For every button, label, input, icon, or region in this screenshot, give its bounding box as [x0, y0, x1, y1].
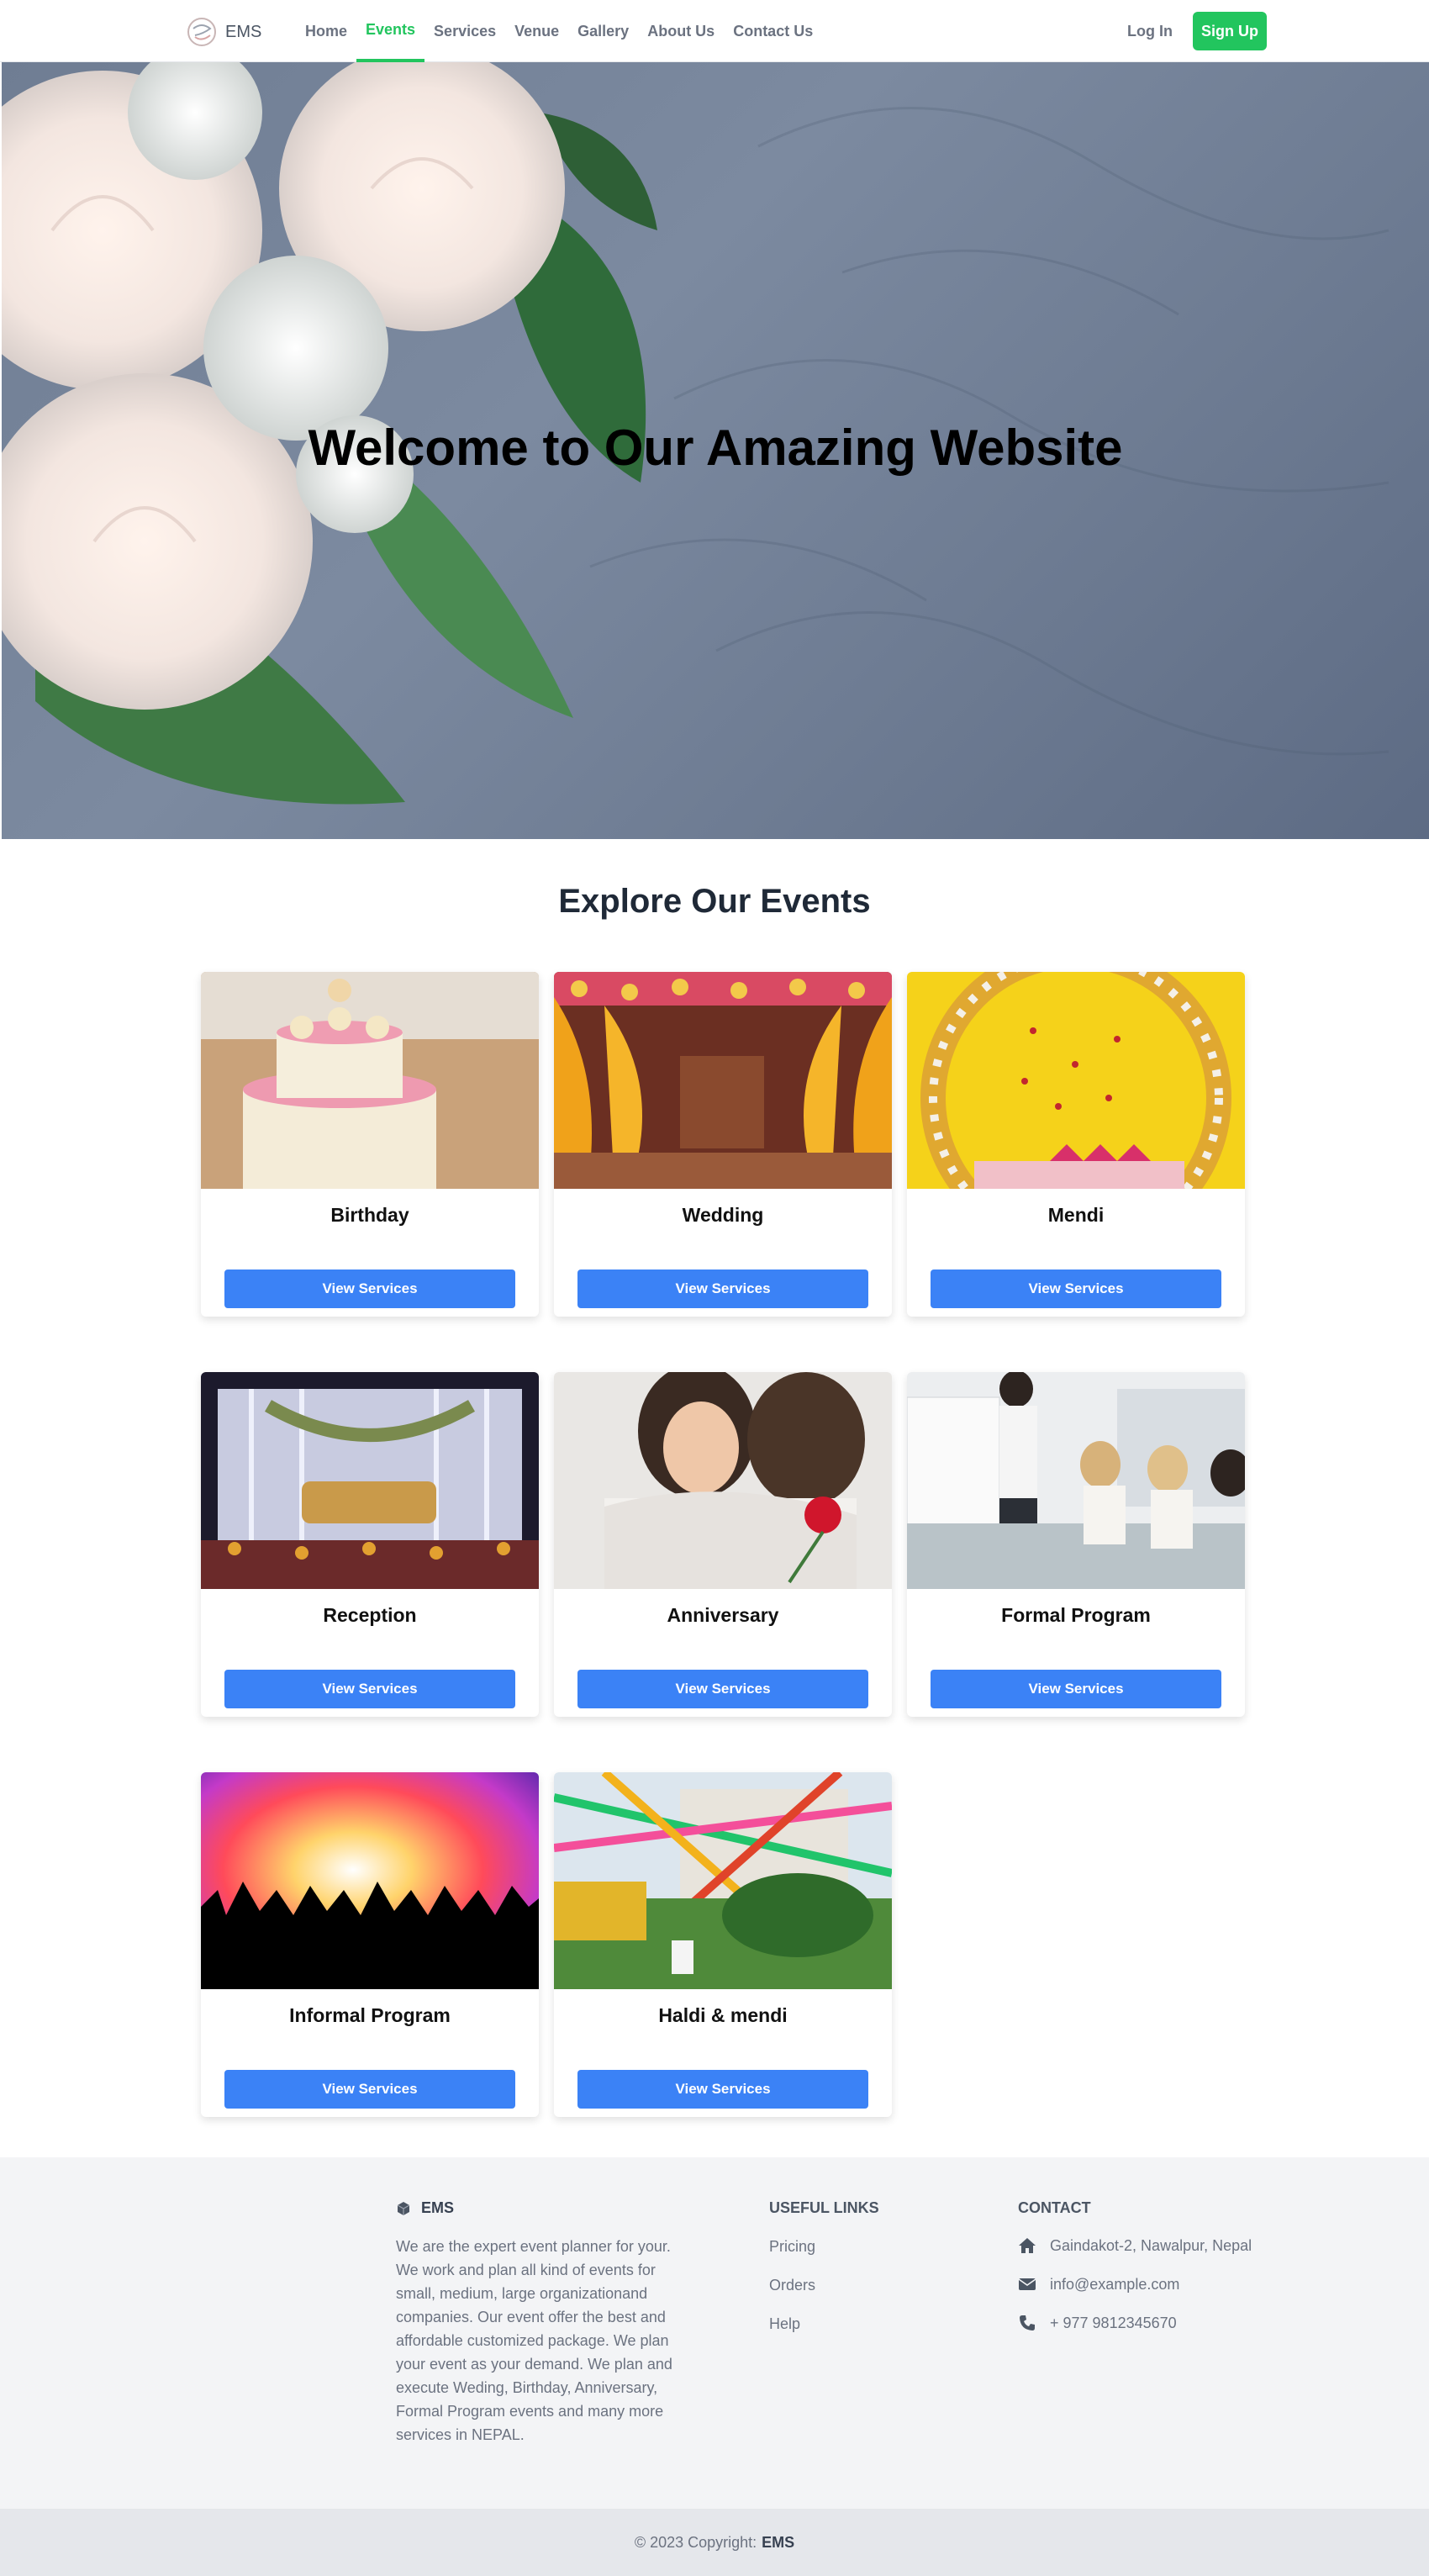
- contact-phone-text: + 977 9812345670: [1050, 2314, 1177, 2331]
- mendi-floral-backdrop-image: [907, 972, 1245, 1189]
- view-services-button[interactable]: View Services: [931, 1670, 1221, 1708]
- nav-link-venue[interactable]: Venue: [505, 0, 568, 62]
- nav-link-home[interactable]: Home: [296, 0, 356, 62]
- view-services-button[interactable]: View Services: [577, 1270, 868, 1308]
- footer-link-help[interactable]: Help: [769, 2315, 800, 2333]
- footer-brand-name: EMS: [421, 2199, 455, 2216]
- event-card-mendi: Mendi View Services: [907, 972, 1245, 1317]
- birthday-cake-image: [201, 972, 539, 1189]
- brand-name: EMS: [225, 22, 262, 41]
- footer-link-pricing[interactable]: Pricing: [769, 2238, 815, 2256]
- event-card-title: Haldi & mendi: [658, 2004, 788, 2026]
- nav-link-about[interactable]: About Us: [638, 0, 724, 62]
- event-card-birthday: Birthday View Services: [201, 972, 539, 1317]
- contact-phone: + 977 9812345670: [1018, 2314, 1177, 2332]
- copyright-text: © 2023 Copyright:: [634, 2533, 757, 2551]
- copyright-brand[interactable]: EMS: [762, 2534, 794, 2552]
- site-footer: EMS We are the expert event planner for …: [0, 2157, 1429, 2509]
- nav-link-gallery[interactable]: Gallery: [568, 0, 638, 62]
- nav-link-services[interactable]: Services: [424, 0, 505, 62]
- login-link[interactable]: Log In: [1127, 23, 1173, 40]
- event-card-informal-program: Informal Program View Services: [201, 1772, 539, 2117]
- wedding-mandap-image: [554, 972, 892, 1189]
- cube-icon: [397, 2201, 410, 2215]
- contact-heading: CONTACT: [1018, 2199, 1091, 2216]
- event-card-wedding: Wedding View Services: [554, 972, 892, 1317]
- home-icon: [1019, 2238, 1036, 2253]
- view-services-button[interactable]: View Services: [577, 2070, 868, 2109]
- hero-title: Welcome to Our Amazing Website: [308, 420, 1123, 476]
- concert-crowd-image: [201, 1772, 539, 1989]
- envelope-icon: [1018, 2278, 1036, 2290]
- top-navbar: EMS Home Events Services Venue Gallery A…: [0, 0, 1429, 62]
- event-card-title: Reception: [323, 1604, 417, 1626]
- business-meeting-image: [907, 1372, 1245, 1589]
- event-card-anniversary: Anniversary View Services: [554, 1372, 892, 1717]
- nav-link-events[interactable]: Events: [356, 0, 425, 62]
- hero-banner: Welcome to Our Amazing Website: [2, 62, 1429, 839]
- view-services-button[interactable]: View Services: [931, 1270, 1221, 1308]
- events-section-title: Explore Our Events: [558, 883, 871, 920]
- brand-logo-icon: [187, 18, 216, 46]
- copyright-bar: © 2023 Copyright: EMS: [0, 2509, 1429, 2576]
- contact-email: info@example.com: [1018, 2275, 1179, 2294]
- brand-link[interactable]: EMS: [185, 15, 261, 49]
- event-card-title: Wedding: [682, 1204, 764, 1226]
- phone-icon: [1020, 2315, 1035, 2331]
- contact-address-text: Gaindakot-2, Nawalpur, Nepal: [1050, 2236, 1252, 2254]
- event-card-title: Informal Program: [289, 2004, 451, 2026]
- event-card-title: Birthday: [330, 1204, 409, 1226]
- contact-address: Gaindakot-2, Nawalpur, Nepal: [1018, 2236, 1252, 2255]
- contact-email-text: info@example.com: [1050, 2275, 1180, 2293]
- haldi-garden-decor-image: [554, 1772, 892, 1989]
- footer-brand: EMS: [396, 2199, 454, 2217]
- nav-link-contact[interactable]: Contact Us: [724, 0, 822, 62]
- event-card-haldi-mendi: Haldi & mendi View Services: [554, 1772, 892, 2117]
- view-services-button[interactable]: View Services: [224, 1270, 515, 1308]
- auth-actions: Log In Sign Up: [1127, 12, 1267, 50]
- view-services-button[interactable]: View Services: [224, 2070, 515, 2109]
- event-card-title: Formal Program: [1001, 1604, 1151, 1626]
- reception-stage-image: [201, 1372, 539, 1589]
- event-card-title: Anniversary: [667, 1604, 779, 1626]
- footer-description: We are the expert event planner for your…: [396, 2238, 672, 2443]
- event-card-reception: Reception View Services: [201, 1372, 539, 1717]
- event-card-title: Mendi: [1047, 1204, 1105, 1226]
- footer-link-orders[interactable]: Orders: [769, 2277, 815, 2294]
- couple-embrace-rose-image: [554, 1372, 892, 1589]
- view-services-button[interactable]: View Services: [224, 1670, 515, 1708]
- event-card-formal-program: Formal Program View Services: [907, 1372, 1245, 1717]
- nav-links: Home Events Services Venue Gallery About…: [296, 0, 822, 62]
- view-services-button[interactable]: View Services: [577, 1670, 868, 1708]
- signup-button[interactable]: Sign Up: [1193, 12, 1267, 50]
- useful-links-heading: USEFUL LINKS: [769, 2199, 879, 2216]
